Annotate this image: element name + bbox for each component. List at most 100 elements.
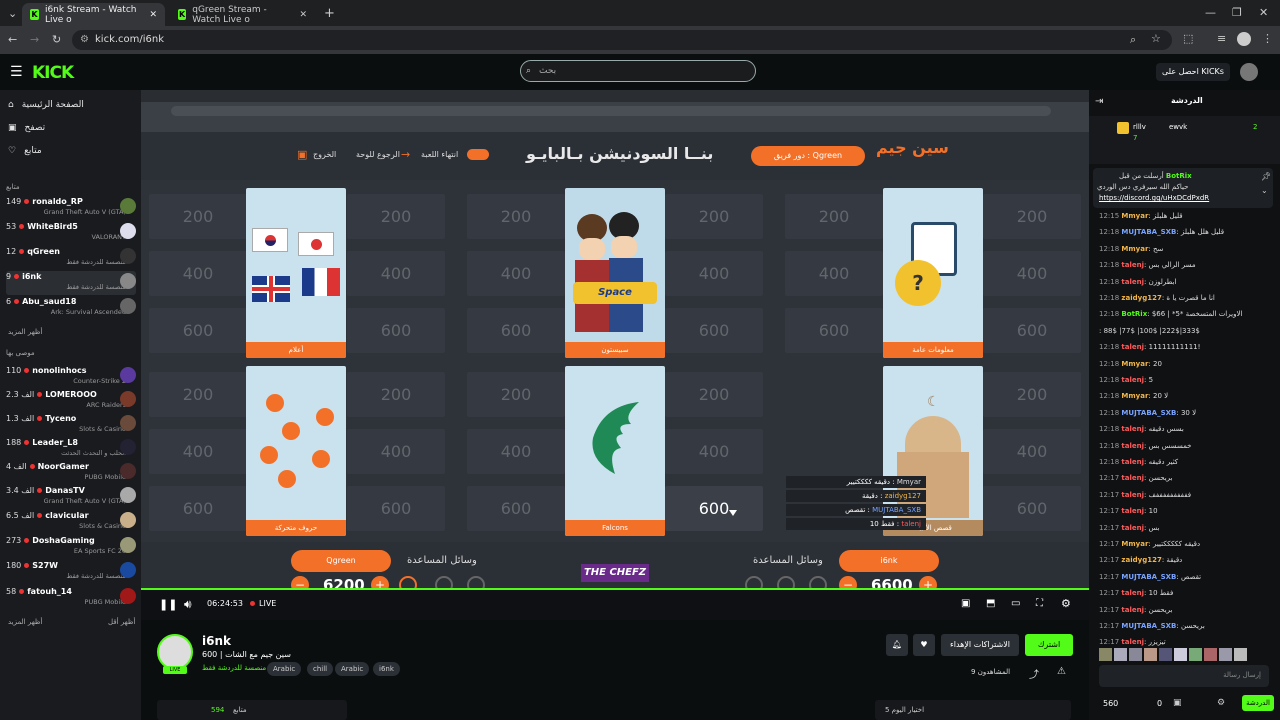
fullscreen-icon[interactable]: ⛶ [1036,598,1043,609]
point-cell[interactable]: 200 [665,194,763,239]
point-cell[interactable]: 400 [665,251,763,296]
menu-kebab-icon[interactable]: ⋮ [1262,32,1273,45]
nav-following[interactable]: ♡ متابع [8,146,42,156]
settings-gear-icon[interactable]: ⚙ [1061,597,1071,610]
point-cell[interactable]: 200 [467,372,565,417]
volume-icon[interactable]: 🔊︎ [184,597,192,612]
emote-icon[interactable] [1129,648,1142,661]
point-cell[interactable]: 600 [467,486,565,531]
point-cell[interactable]: 600 [149,308,247,353]
tab-media-icon[interactable]: ≡ [1217,32,1226,45]
sidebar-channel[interactable]: 4 الف NoorGamer PUBG Mobile [6,461,136,485]
point-cell[interactable]: 600 [665,308,763,353]
chat-username[interactable]: Mmyar [1121,212,1148,220]
chat-username[interactable]: zaidyg127 [1121,294,1161,302]
chat-send-button[interactable]: الدردشة [1242,695,1274,711]
report-icon[interactable]: ⚠ [1057,666,1066,677]
chat-username[interactable]: MUJTABA_SXB [1121,573,1176,581]
zoom-icon[interactable]: ⌕ [1130,33,1136,47]
nav-home[interactable]: ⌂ الصفحة الرئيسية [8,100,84,110]
video-player[interactable]: دور فريق : Qgreen سين جيم بنــا السودنيش… [141,90,1089,620]
emote-icon[interactable] [1159,648,1172,661]
emote-icon[interactable] [1219,648,1232,661]
chat-username[interactable]: zaidyg127 [1121,556,1161,564]
chat-input[interactable]: إرسال رسالة [1099,665,1269,687]
stream-category-link[interactable]: منصسة للدردشة فقط [202,664,266,672]
extensions-icon[interactable]: ⬚ [1183,32,1193,45]
emote-icon[interactable] [1189,648,1202,661]
follow-heart-icon[interactable]: ♥ [913,634,935,656]
point-cell[interactable]: 400 [467,429,565,474]
chat-username[interactable]: talenj [1121,638,1144,646]
end-game-button[interactable]: انتهاء اللعبة [421,150,458,159]
point-cell[interactable]: 400 [785,251,883,296]
streamer-avatar[interactable] [157,634,193,670]
sidebar-channel[interactable]: 6.5 الف clavicular Slots & Casino [6,510,136,534]
point-cell[interactable]: 200 [983,372,1081,417]
point-cell[interactable]: 400 [149,251,247,296]
sidebar-channel[interactable]: 180 S27W منصسة للدردشة فقط [6,560,136,584]
point-cell[interactable]: 600 [347,308,445,353]
tab-search-icon[interactable]: ⌄ [8,7,17,20]
point-cell[interactable]: 600 [785,308,883,353]
close-window-icon[interactable]: ✕ [1259,6,1268,19]
chat-settings-icon[interactable]: ⚙ [1217,698,1225,708]
search-input[interactable]: ⌕ بحث [520,60,756,82]
gift-icon[interactable]: ▣ [1173,698,1182,708]
pause-icon[interactable]: ❚❚ [159,598,177,611]
chat-username[interactable]: talenj [1121,474,1144,482]
stream-tag[interactable]: Arabic [335,662,370,676]
theater-mode-icon[interactable]: ▭ [1011,598,1020,609]
emote-icon[interactable] [1144,648,1157,661]
point-cell[interactable]: 400 [149,429,247,474]
chat-username[interactable]: talenj [1121,442,1144,450]
user-avatar[interactable] [1240,63,1258,81]
url-input[interactable]: ⚙ kick.com/i6nk [72,30,1172,50]
emote-icon[interactable] [1099,648,1112,661]
back-icon[interactable]: ← [8,33,17,46]
end-game-toggle[interactable] [467,149,489,160]
category-card-general[interactable]: ? معلومات عامة [883,188,983,358]
show-less-link[interactable]: أظهر أقل [108,618,135,626]
category-card-flags[interactable]: أعلام [246,188,346,358]
chat-username[interactable]: Mmyar [1121,245,1148,253]
subscribe-button[interactable]: اشترك [1025,634,1073,656]
show-more-link[interactable]: أظهر المزيد [8,618,42,626]
point-cell[interactable]: 200 [347,194,445,239]
point-cell[interactable]: 200 [983,194,1081,239]
point-cell[interactable]: 400 [983,251,1081,296]
chat-username[interactable]: talenj [1121,606,1144,614]
gift-subs-button[interactable]: الاشتراكات الإهداء [941,634,1019,656]
chat-username[interactable]: MUJTABA_SXB [1121,622,1176,630]
get-kicks-button[interactable]: احصل على KICKs [1156,63,1230,81]
point-cell[interactable]: 400 [347,429,445,474]
exit-button[interactable]: الخروج [313,150,336,159]
share-icon[interactable]: ⤴ [1029,666,1039,681]
sidebar-channel[interactable]: 1.3 الف Tyceno Slots & Casino [6,413,136,437]
sidebar-channel-active[interactable]: 9 i6nk منصسة للدردشة فقط [6,271,136,295]
point-cell[interactable]: 600 [149,486,247,531]
chat-username[interactable]: BotRix [1121,310,1147,318]
emote-icon[interactable] [1204,648,1217,661]
point-cell-hover[interactable]: 600 [665,486,763,531]
point-cell[interactable]: 400 [467,251,565,296]
chat-username[interactable]: Mmyar [1121,392,1148,400]
tab-i6nk[interactable]: K i6nk Stream - Watch Live o ✕ [22,3,165,26]
chat-username[interactable]: MUJTABA_SXB [1121,228,1176,236]
maximize-icon[interactable]: ❐ [1232,6,1242,19]
sidebar-channel[interactable]: 2.3 الف LOMEROOO ARC Raiders [6,389,136,413]
point-cell[interactable]: 400 [983,429,1081,474]
chat-username[interactable]: talenj [1121,491,1144,499]
emote-icon[interactable] [1234,648,1247,661]
pinned-link[interactable]: https://discord.gg/uHxDCdPxdR [1099,194,1209,202]
minimize-icon[interactable]: — [1205,6,1216,19]
point-cell[interactable]: 200 [149,372,247,417]
show-more-link[interactable]: أظهر المزيد [8,328,42,336]
point-cell[interactable]: 600 [467,308,565,353]
collapse-chat-icon[interactable]: ⇥ [1095,96,1103,107]
point-cell[interactable]: 600 [983,308,1081,353]
notification-bell-icon[interactable]: 🔔︎ [886,634,908,656]
back-to-board-button[interactable]: الرجوع للوحة [356,150,400,159]
pip-icon[interactable]: ▣ [961,598,970,609]
point-cell[interactable]: 400 [665,429,763,474]
